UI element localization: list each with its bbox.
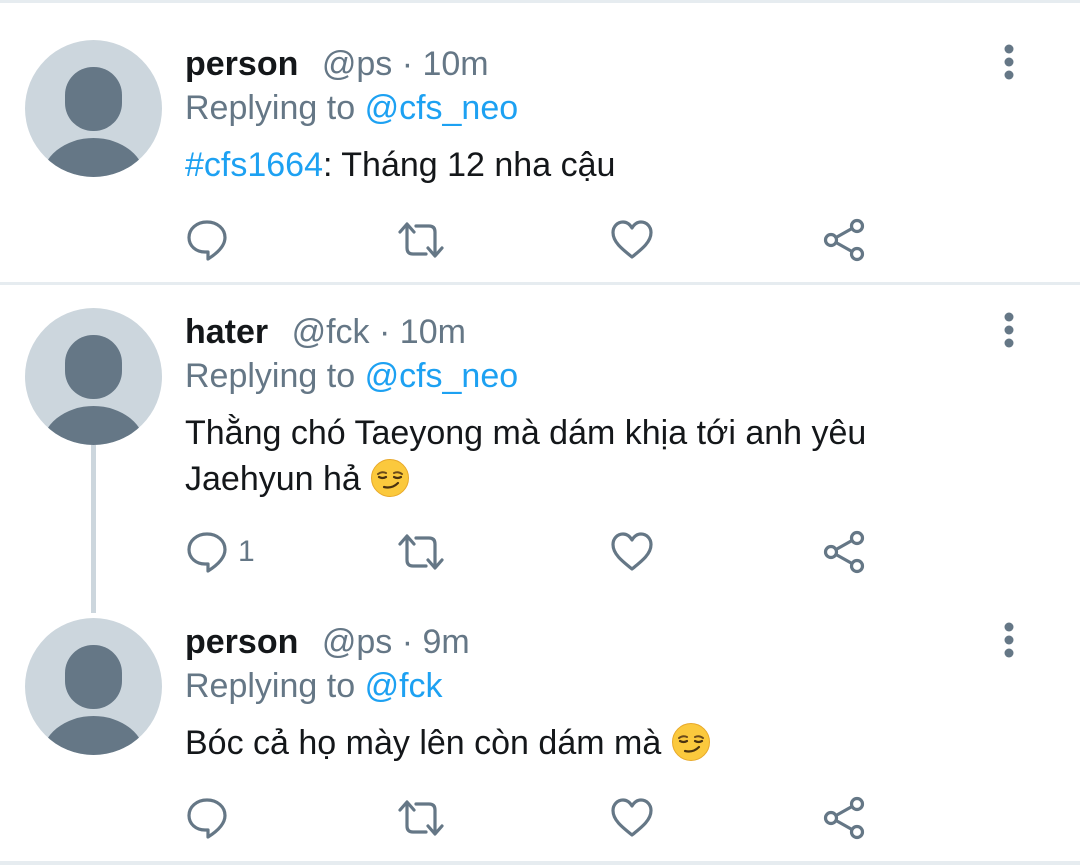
user-handle[interactable]: @ps — [322, 623, 392, 661]
tweet-text: Thằng chó Taeyong mà dám khịa tới anh yê… — [185, 410, 1005, 502]
more-vertical-icon — [1004, 622, 1014, 658]
tweet-text: #cfs1664: Tháng 12 nha cậu — [185, 142, 1005, 188]
user-handle[interactable]: @ps — [322, 45, 392, 83]
retweet-button[interactable] — [396, 796, 446, 840]
reply-button[interactable] — [186, 796, 238, 840]
replying-prefix: Replying to — [185, 89, 356, 127]
replying-prefix: Replying to — [185, 667, 356, 705]
replying-to: Replying to @fck — [185, 666, 443, 706]
more-options-button[interactable] — [996, 42, 1022, 82]
default-avatar-icon — [41, 335, 146, 445]
heart-icon — [611, 798, 653, 837]
share-button[interactable] — [822, 218, 866, 262]
user-name[interactable]: person — [185, 623, 298, 661]
tweet-body: Bóc cả họ mày lên còn dám mà — [185, 724, 662, 762]
avatar[interactable] — [25, 618, 162, 755]
timestamp[interactable]: 9m — [422, 623, 469, 661]
smirking-face-emoji-icon — [671, 723, 710, 761]
replying-to-handle[interactable]: @fck — [365, 667, 443, 705]
top-divider — [0, 0, 1080, 3]
share-icon — [823, 218, 865, 262]
bottom-divider — [0, 861, 1080, 865]
user-handle[interactable]: @fck — [292, 313, 370, 351]
retweet-icon — [398, 534, 444, 570]
separator: · — [401, 45, 414, 83]
replying-prefix: Replying to — [185, 357, 356, 395]
reply-icon — [187, 532, 227, 573]
retweet-button[interactable] — [396, 218, 446, 262]
like-button[interactable] — [610, 530, 654, 574]
share-icon — [823, 530, 865, 574]
tweet-divider — [0, 282, 1080, 285]
retweet-icon — [398, 222, 444, 258]
timestamp[interactable]: 10m — [400, 313, 466, 351]
retweet-button[interactable] — [396, 530, 446, 574]
like-button[interactable] — [610, 796, 654, 840]
replying-to-handle[interactable]: @cfs_neo — [365, 357, 519, 395]
share-icon — [823, 796, 865, 840]
tweet-header: person @ps · 9m — [185, 622, 470, 662]
tweet-body: : Tháng 12 nha cậu — [323, 146, 616, 184]
more-vertical-icon — [1004, 312, 1014, 348]
like-button[interactable] — [610, 218, 654, 262]
avatar[interactable] — [25, 308, 162, 445]
reply-button[interactable]: 1 — [186, 530, 255, 574]
share-button[interactable] — [822, 530, 866, 574]
heart-icon — [611, 220, 653, 259]
reply-count: 1 — [238, 535, 255, 568]
tweet-body-line-2: Jaehyun hả — [185, 460, 361, 498]
heart-icon — [611, 532, 653, 571]
smirking-face-emoji-icon — [371, 459, 410, 497]
reply-icon — [187, 798, 227, 839]
retweet-icon — [398, 800, 444, 836]
tweet-header: person @ps · 10m — [185, 44, 489, 84]
reply-icon — [187, 220, 227, 261]
reply-button[interactable] — [186, 218, 238, 262]
tweet-text: Bóc cả họ mày lên còn dám mà — [185, 720, 1005, 766]
more-options-button[interactable] — [996, 310, 1022, 350]
tweet-body-line-1: Thằng chó Taeyong mà dám khịa tới anh yê… — [185, 414, 867, 452]
separator: · — [379, 313, 391, 351]
more-vertical-icon — [1004, 44, 1014, 80]
timestamp[interactable]: 10m — [422, 45, 488, 83]
replying-to-handle[interactable]: @cfs_neo — [365, 89, 519, 127]
separator: · — [401, 623, 414, 661]
more-options-button[interactable] — [996, 620, 1022, 660]
hashtag-link[interactable]: #cfs1664 — [185, 146, 323, 184]
tweet-body-line-2-wrap: Jaehyun hả — [185, 456, 1005, 502]
default-avatar-icon — [41, 645, 146, 755]
avatar[interactable] — [25, 40, 162, 177]
user-name[interactable]: hater — [185, 313, 268, 351]
thread-connector — [91, 445, 96, 613]
replying-to: Replying to @cfs_neo — [185, 88, 518, 128]
share-button[interactable] — [822, 796, 866, 840]
replying-to: Replying to @cfs_neo — [185, 356, 518, 396]
user-name[interactable]: person — [185, 45, 298, 83]
default-avatar-icon — [41, 67, 146, 177]
tweet-header: hater @fck · 10m — [185, 312, 466, 352]
